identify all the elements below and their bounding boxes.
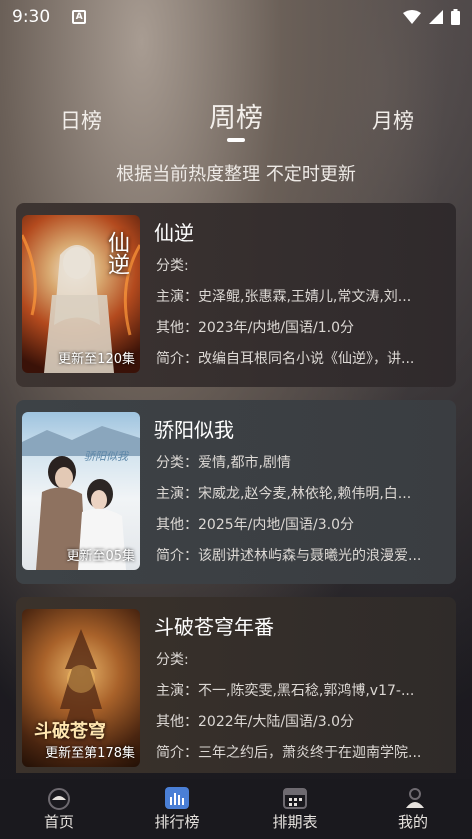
signal-icon: [429, 10, 443, 24]
nav-schedule[interactable]: 排期表: [236, 779, 354, 839]
tab-day[interactable]: 日榜: [60, 105, 102, 135]
show-other: 其他：2025年/内地/国语/3.0分: [156, 517, 355, 533]
show-category: 分类：爱情,都市,剧情: [156, 455, 291, 471]
show-cast: 主演：宋威龙,赵今麦,林依轮,赖伟明,白...: [156, 486, 412, 502]
show-cast: 主演：不一,陈奕雯,黑石稔,郭鸿博,v17-...: [156, 683, 415, 699]
ranking-icon: [165, 787, 189, 809]
show-title[interactable]: 骄阳似我: [154, 414, 234, 443]
tab-week[interactable]: 周榜: [209, 96, 263, 135]
poster-title-art: 骄阳似我: [84, 450, 128, 463]
list-item[interactable]: 骄阳似我 更新至05集 骄阳似我 分类：爱情,都市,剧情 主演：宋威龙,赵今麦,…: [16, 400, 456, 584]
poster-image[interactable]: 仙逆 更新至120集: [22, 215, 140, 373]
show-intro: 简介：三年之约后，萧炎终于在迦南学院...: [156, 745, 422, 761]
ranking-list[interactable]: 仙逆 更新至120集 仙逆 分类: 主演：史泽鲲,张惠霖,王婧儿,常文涛,刘..…: [16, 203, 456, 773]
episode-badge: 更新至第178集: [45, 746, 135, 761]
bottom-navigation: 首页 排行榜 排期表 我的: [0, 779, 472, 839]
nav-ranking[interactable]: 排行榜: [118, 779, 236, 839]
show-other: 其他：2022年/大陆/国语/3.0分: [156, 714, 355, 730]
show-title[interactable]: 仙逆: [154, 217, 194, 246]
show-cast: 主演：史泽鲲,张惠霖,王婧儿,常文涛,刘...: [156, 289, 412, 305]
episode-badge: 更新至120集: [58, 352, 135, 367]
show-intro: 简介：该剧讲述林屿森与聂曦光的浪漫爱...: [156, 548, 422, 564]
nav-schedule-label: 排期表: [272, 813, 318, 831]
profile-icon: [406, 788, 424, 808]
status-bar: 9:30 A: [0, 0, 472, 34]
notification-a-icon: A: [72, 10, 87, 24]
status-time: 9:30: [12, 7, 51, 27]
active-tab-indicator: [227, 138, 245, 142]
battery-icon: [451, 9, 460, 25]
calendar-icon: [283, 788, 307, 809]
ranking-subtitle: 根据当前热度整理 不定时更新: [116, 164, 356, 185]
nav-home[interactable]: 首页: [0, 779, 118, 839]
list-item[interactable]: 仙逆 更新至120集 仙逆 分类: 主演：史泽鲲,张惠霖,王婧儿,常文涛,刘..…: [16, 203, 456, 387]
wifi-icon: [403, 10, 421, 24]
list-item[interactable]: 斗破苍穹 更新至第178集 斗破苍穹年番 分类: 主演：不一,陈奕雯,黑石稔,郭…: [16, 597, 456, 773]
home-icon: [48, 788, 70, 810]
nav-mine[interactable]: 我的: [354, 779, 472, 839]
nav-home-label: 首页: [43, 813, 74, 831]
tab-month[interactable]: 月榜: [372, 105, 414, 135]
show-title[interactable]: 斗破苍穹年番: [154, 611, 274, 640]
ranking-tabs: 日榜 周榜 月榜: [0, 96, 472, 146]
show-intro: 简介：改编自耳根同名小说《仙逆》，讲...: [156, 351, 415, 367]
episode-badge: 更新至05集: [66, 549, 135, 564]
show-other: 其他：2023年/内地/国语/1.0分: [156, 320, 355, 336]
show-category: 分类:: [156, 258, 189, 274]
show-category: 分类:: [156, 652, 189, 668]
poster-title-art: 斗破苍穹: [34, 721, 106, 742]
poster-title-art: 仙逆: [104, 231, 129, 275]
poster-image[interactable]: 骄阳似我 更新至05集: [22, 412, 140, 570]
nav-ranking-label: 排行榜: [154, 813, 200, 831]
poster-image[interactable]: 斗破苍穹 更新至第178集: [22, 609, 140, 767]
nav-mine-label: 我的: [397, 813, 428, 831]
